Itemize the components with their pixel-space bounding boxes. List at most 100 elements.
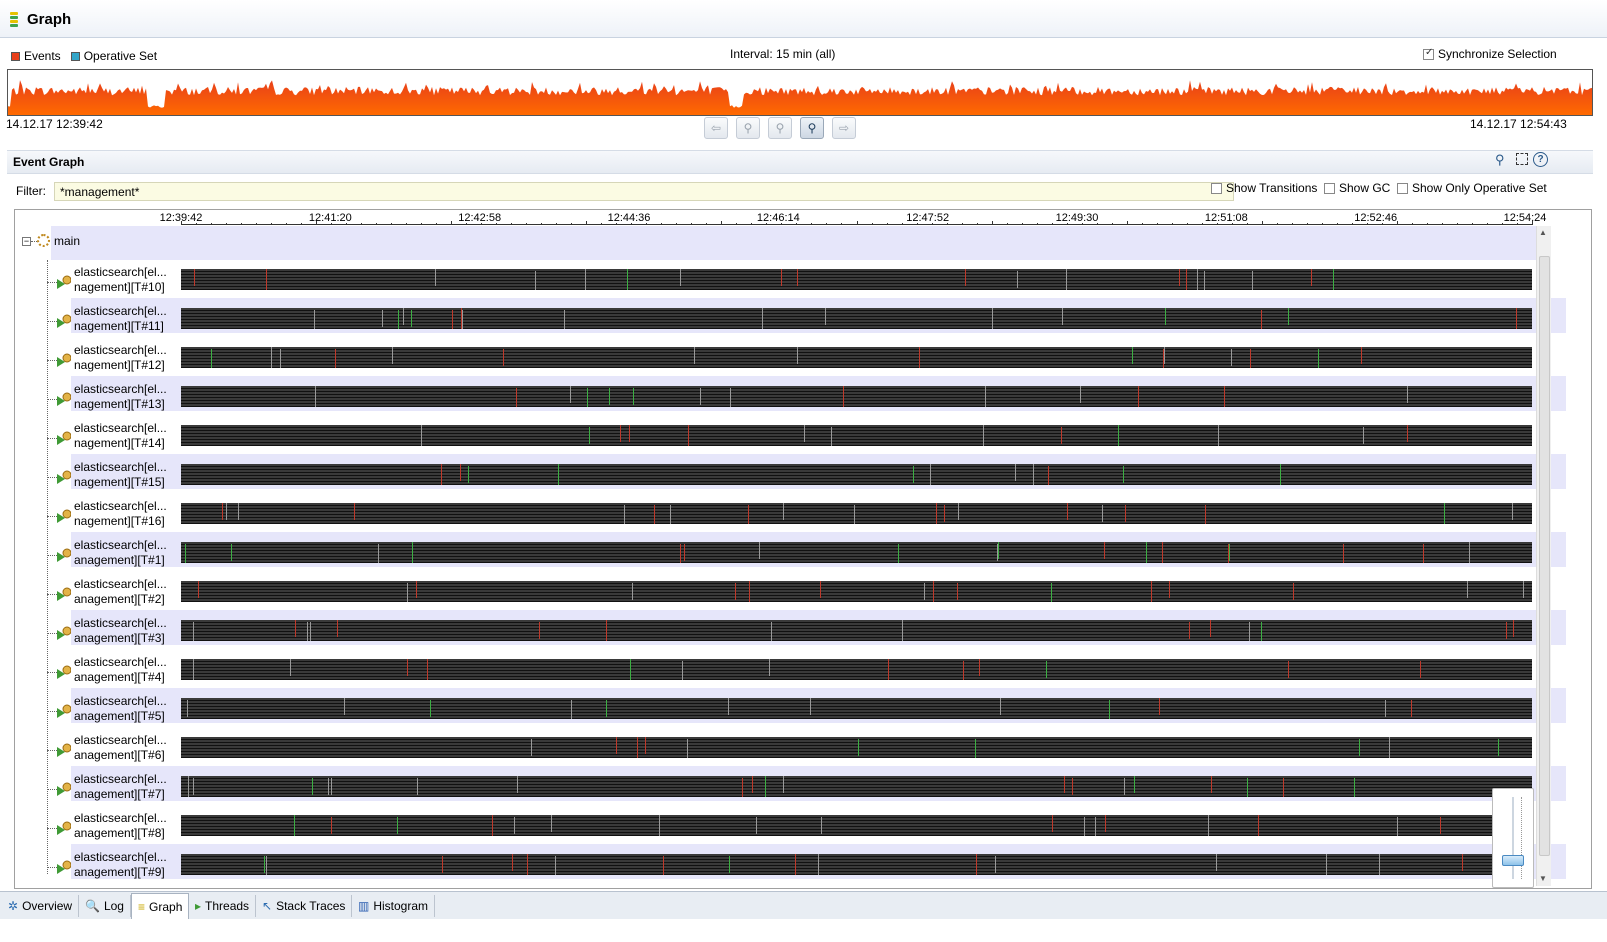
thread-label-line1[interactable]: elasticsearch[el... [74,694,167,709]
thread-label-line2[interactable]: anagement][T#3] [74,631,165,646]
thread-label-line1[interactable]: elasticsearch[el... [74,421,167,436]
slider-handle[interactable] [1502,855,1524,866]
zoom-slider[interactable] [1492,788,1534,888]
thread-row[interactable]: elasticsearch[el... nagement][T#16] [15,497,1536,536]
thread-activity-bar[interactable] [181,269,1532,290]
thread-row[interactable]: elasticsearch[el... nagement][T#14] [15,419,1536,458]
thread-label-line1[interactable]: elasticsearch[el... [74,850,167,865]
thread-row[interactable]: elasticsearch[el... anagement][T#7] [15,770,1536,809]
thread-label-line2[interactable]: anagement][T#1] [74,553,165,568]
thread-label-line2[interactable]: nagement][T#10] [74,280,165,295]
thread-row[interactable]: elasticsearch[el... anagement][T#6] [15,731,1536,770]
selection-icon[interactable] [1516,153,1528,165]
thread-label-line1[interactable]: elasticsearch[el... [74,499,167,514]
thread-row[interactable]: elasticsearch[el... nagement][T#12] [15,341,1536,380]
thread-activity-bar[interactable] [181,347,1532,368]
thread-activity-bar[interactable] [181,425,1532,446]
show-gc-checkbox[interactable]: Show GC [1324,181,1390,195]
thread-row[interactable]: elasticsearch[el... nagement][T#15] [15,458,1536,497]
search-icon[interactable]: ⚲ [1495,152,1505,168]
scroll-down-icon[interactable]: ▼ [1539,874,1547,883]
thread-row[interactable]: elasticsearch[el... nagement][T#10] [15,263,1536,302]
thread-label-line1[interactable]: elasticsearch[el... [74,304,167,319]
thread-event-marker [1146,542,1147,563]
thread-row[interactable]: elasticsearch[el... anagement][T#9] [15,848,1536,887]
thread-label-line2[interactable]: anagement][T#6] [74,748,165,763]
thread-row[interactable]: elasticsearch[el... anagement][T#2] [15,575,1536,614]
thread-label-line1[interactable]: elasticsearch[el... [74,616,167,631]
thread-label-line2[interactable]: anagement][T#8] [74,826,165,841]
thread-activity-bar[interactable] [181,581,1532,602]
navigate-forward-button[interactable]: ⇨ [832,117,856,139]
thread-activity-bar[interactable] [181,464,1532,485]
thread-row[interactable]: elasticsearch[el... anagement][T#8] [15,809,1536,848]
thread-row[interactable]: elasticsearch[el... anagement][T#4] [15,653,1536,692]
zoom-in-button[interactable]: ⚲ [800,117,824,139]
events-overview-chart[interactable] [7,69,1593,116]
thread-row[interactable]: elasticsearch[el... nagement][T#11] [15,302,1536,341]
thread-event-marker [765,776,766,797]
thread-activity-bar[interactable] [181,854,1532,875]
thread-activity-bar[interactable] [181,503,1532,524]
thread-label-line2[interactable]: anagement][T#4] [74,670,165,685]
thread-label-line2[interactable]: nagement][T#15] [74,475,165,490]
thread-label-line2[interactable]: anagement][T#2] [74,592,165,607]
thread-activity-bar[interactable] [181,542,1532,563]
thread-label-line1[interactable]: elasticsearch[el... [74,655,167,670]
thread-row[interactable]: elasticsearch[el... anagement][T#5] [15,692,1536,731]
thread-activity-bar[interactable] [181,386,1532,407]
synchronize-selection-checkbox[interactable]: ✓ Synchronize Selection [1423,47,1557,61]
thread-activity-bar[interactable] [181,659,1532,680]
tab-log[interactable]: 🔍 Log [79,895,131,917]
collapse-toggle-icon[interactable]: − [22,237,31,246]
thread-label-line1[interactable]: elasticsearch[el... [74,265,167,280]
vertical-scrollbar[interactable]: ▲ ▼ [1536,226,1551,886]
events-overview-plot[interactable] [8,70,1592,115]
thread-row[interactable]: elasticsearch[el... nagement][T#13] [15,380,1536,419]
event-graph-panel[interactable]: 12:39:42 12:41:20 12:42:58 12:44:36 12:46:14… [14,209,1592,889]
thread-activity-bar[interactable] [181,776,1532,797]
thread-label-line2[interactable]: nagement][T#12] [74,358,165,373]
thread-row[interactable]: elasticsearch[el... anagement][T#3] [15,614,1536,653]
tab-stack-traces[interactable]: ↖ Stack Traces [256,895,353,917]
thread-label-line2[interactable]: nagement][T#11] [74,319,164,334]
help-icon[interactable]: ? [1533,152,1548,167]
tab-histogram[interactable]: ▥ Histogram [352,895,436,917]
thread-label-line1[interactable]: elasticsearch[el... [74,382,167,397]
thread-label-line1[interactable]: elasticsearch[el... [74,772,167,787]
thread-label-line2[interactable]: nagement][T#16] [74,514,165,529]
tab-graph[interactable]: ≡ Graph [131,893,190,919]
thread-row[interactable]: elasticsearch[el... anagement][T#1] [15,536,1536,575]
thread-label-line2[interactable]: nagement][T#14] [74,436,165,451]
thread-activity-bar[interactable] [181,698,1532,719]
thread-activity-bar[interactable] [181,815,1532,836]
scrollbar-thumb[interactable] [1539,256,1550,856]
thread-label-line2[interactable]: anagement][T#7] [74,787,165,802]
checkbox-checked-icon[interactable]: ✓ [1423,47,1434,60]
thread-activity-bar[interactable] [181,620,1532,641]
checkbox-unchecked-icon[interactable] [1324,182,1335,194]
thread-label-line1[interactable]: elasticsearch[el... [74,811,167,826]
checkbox-unchecked-icon[interactable] [1397,182,1408,194]
thread-activity-bar[interactable] [181,737,1532,758]
tab-overview[interactable]: ✲ Overview [2,895,80,917]
thread-label-line1[interactable]: elasticsearch[el... [74,343,167,358]
thread-label-line1[interactable]: elasticsearch[el... [74,733,167,748]
thread-label-line1[interactable]: elasticsearch[el... [74,577,167,592]
show-only-operative-set-checkbox[interactable]: Show Only Operative Set [1397,181,1547,195]
thread-label-line2[interactable]: anagement][T#9] [74,865,165,880]
navigate-back-button[interactable]: ⇦ [704,117,728,139]
show-transitions-checkbox[interactable]: Show Transitions [1211,181,1317,195]
root-node-label[interactable]: main [54,234,80,248]
checkbox-unchecked-icon[interactable] [1211,182,1222,194]
thread-label-line2[interactable]: anagement][T#5] [74,709,165,724]
tab-threads[interactable]: ▸ Threads [189,895,257,917]
filter-input[interactable] [54,182,1234,201]
zoom-all-button[interactable]: ⚲ [768,117,792,139]
thread-label-line1[interactable]: elasticsearch[el... [74,538,167,553]
scroll-up-icon[interactable]: ▲ [1539,228,1547,237]
thread-label-line2[interactable]: nagement][T#13] [74,397,165,412]
thread-activity-bar[interactable] [181,308,1532,329]
zoom-out-button[interactable]: ⚲ [736,117,760,139]
thread-label-line1[interactable]: elasticsearch[el... [74,460,167,475]
